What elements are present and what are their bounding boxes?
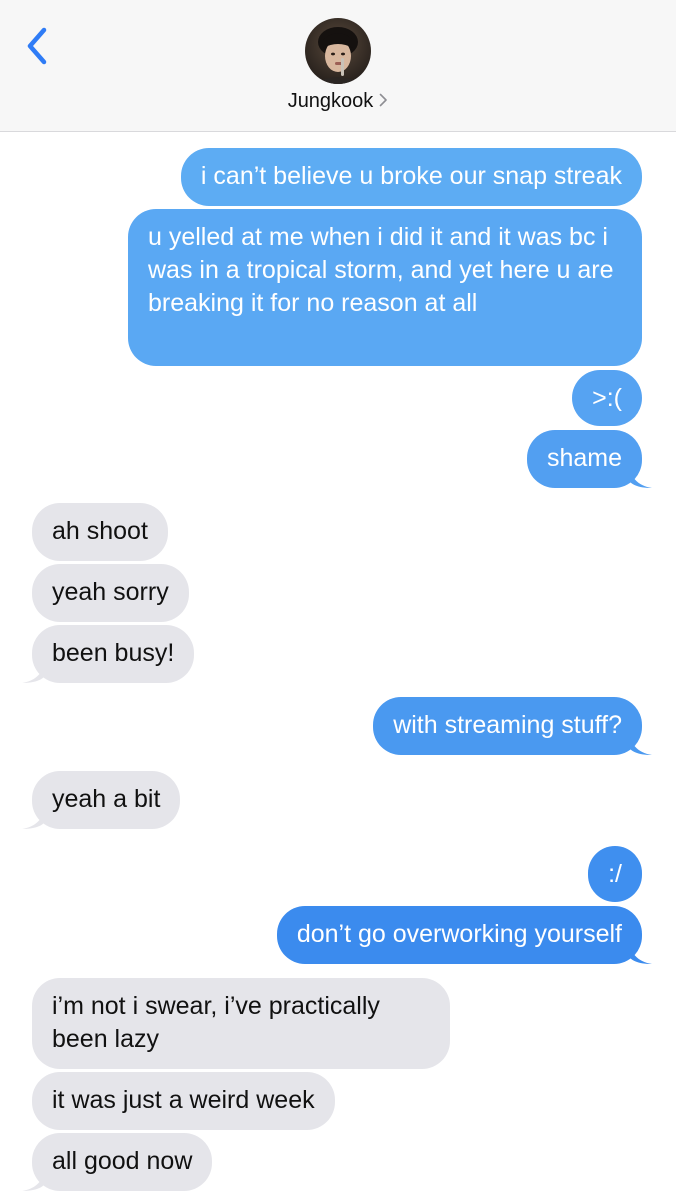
bubble-tail (630, 944, 652, 964)
message-bubble-received[interactable]: all good now (22, 1133, 213, 1191)
message-bubble-sent[interactable]: >:( (572, 370, 642, 426)
message-text: it was just a weird week (52, 1086, 315, 1114)
bubble-tail (630, 468, 652, 488)
chevron-right-icon (380, 93, 388, 107)
message-bubble-sent[interactable]: :/ (588, 846, 642, 902)
message-text: u yelled at me when i did it and it was … (148, 223, 614, 317)
contact-name-button[interactable]: Jungkook (0, 90, 676, 113)
message-text: >:( (592, 384, 622, 412)
message-text: :/ (608, 860, 622, 888)
message-bubble-received[interactable]: yeah sorry (32, 564, 189, 622)
bubble-tail (630, 735, 652, 755)
message-text: yeah sorry (52, 578, 169, 606)
message-bubble-sent[interactable]: don’t go overworking yourself (276, 906, 652, 964)
message-bubble-received[interactable]: ah shoot (32, 503, 168, 561)
message-thread[interactable]: i can’t believe u broke our snap streak … (0, 0, 676, 1200)
message-text: don’t go overworking yourself (296, 920, 622, 948)
message-text: with streaming stuff? (393, 711, 622, 739)
contact-avatar[interactable] (305, 18, 371, 84)
message-text: i can’t believe u broke our snap streak (200, 162, 622, 190)
chevron-left-icon (27, 27, 47, 65)
message-bubble-sent[interactable]: shame (526, 430, 652, 488)
message-text: yeah a bit (52, 785, 161, 813)
back-button[interactable] (22, 26, 56, 66)
contact-name: Jungkook (287, 90, 374, 112)
message-text: ah shoot (52, 517, 148, 545)
message-text: shame (546, 444, 622, 472)
message-bubble-received[interactable]: yeah a bit (22, 771, 181, 829)
message-text: been busy! (52, 639, 175, 667)
bubble-tail (22, 1171, 44, 1191)
message-bubble-received[interactable]: i’m not i swear, i’ve practically been l… (32, 978, 450, 1069)
message-bubble-received[interactable]: been busy! (22, 625, 195, 683)
message-text: i’m not i swear, i’ve practically been l… (52, 992, 380, 1053)
bubble-tail (22, 663, 44, 683)
avatar-photo (305, 18, 371, 84)
message-bubble-sent[interactable]: u yelled at me when i did it and it was … (128, 209, 642, 366)
message-bubble-sent[interactable]: with streaming stuff? (373, 697, 652, 755)
message-text: all good now (52, 1147, 193, 1175)
message-bubble-sent[interactable]: i can’t believe u broke our snap streak (180, 148, 642, 206)
bubble-tail (22, 809, 44, 829)
conversation-header: Jungkook (0, 0, 676, 132)
message-bubble-received[interactable]: it was just a weird week (32, 1072, 335, 1130)
